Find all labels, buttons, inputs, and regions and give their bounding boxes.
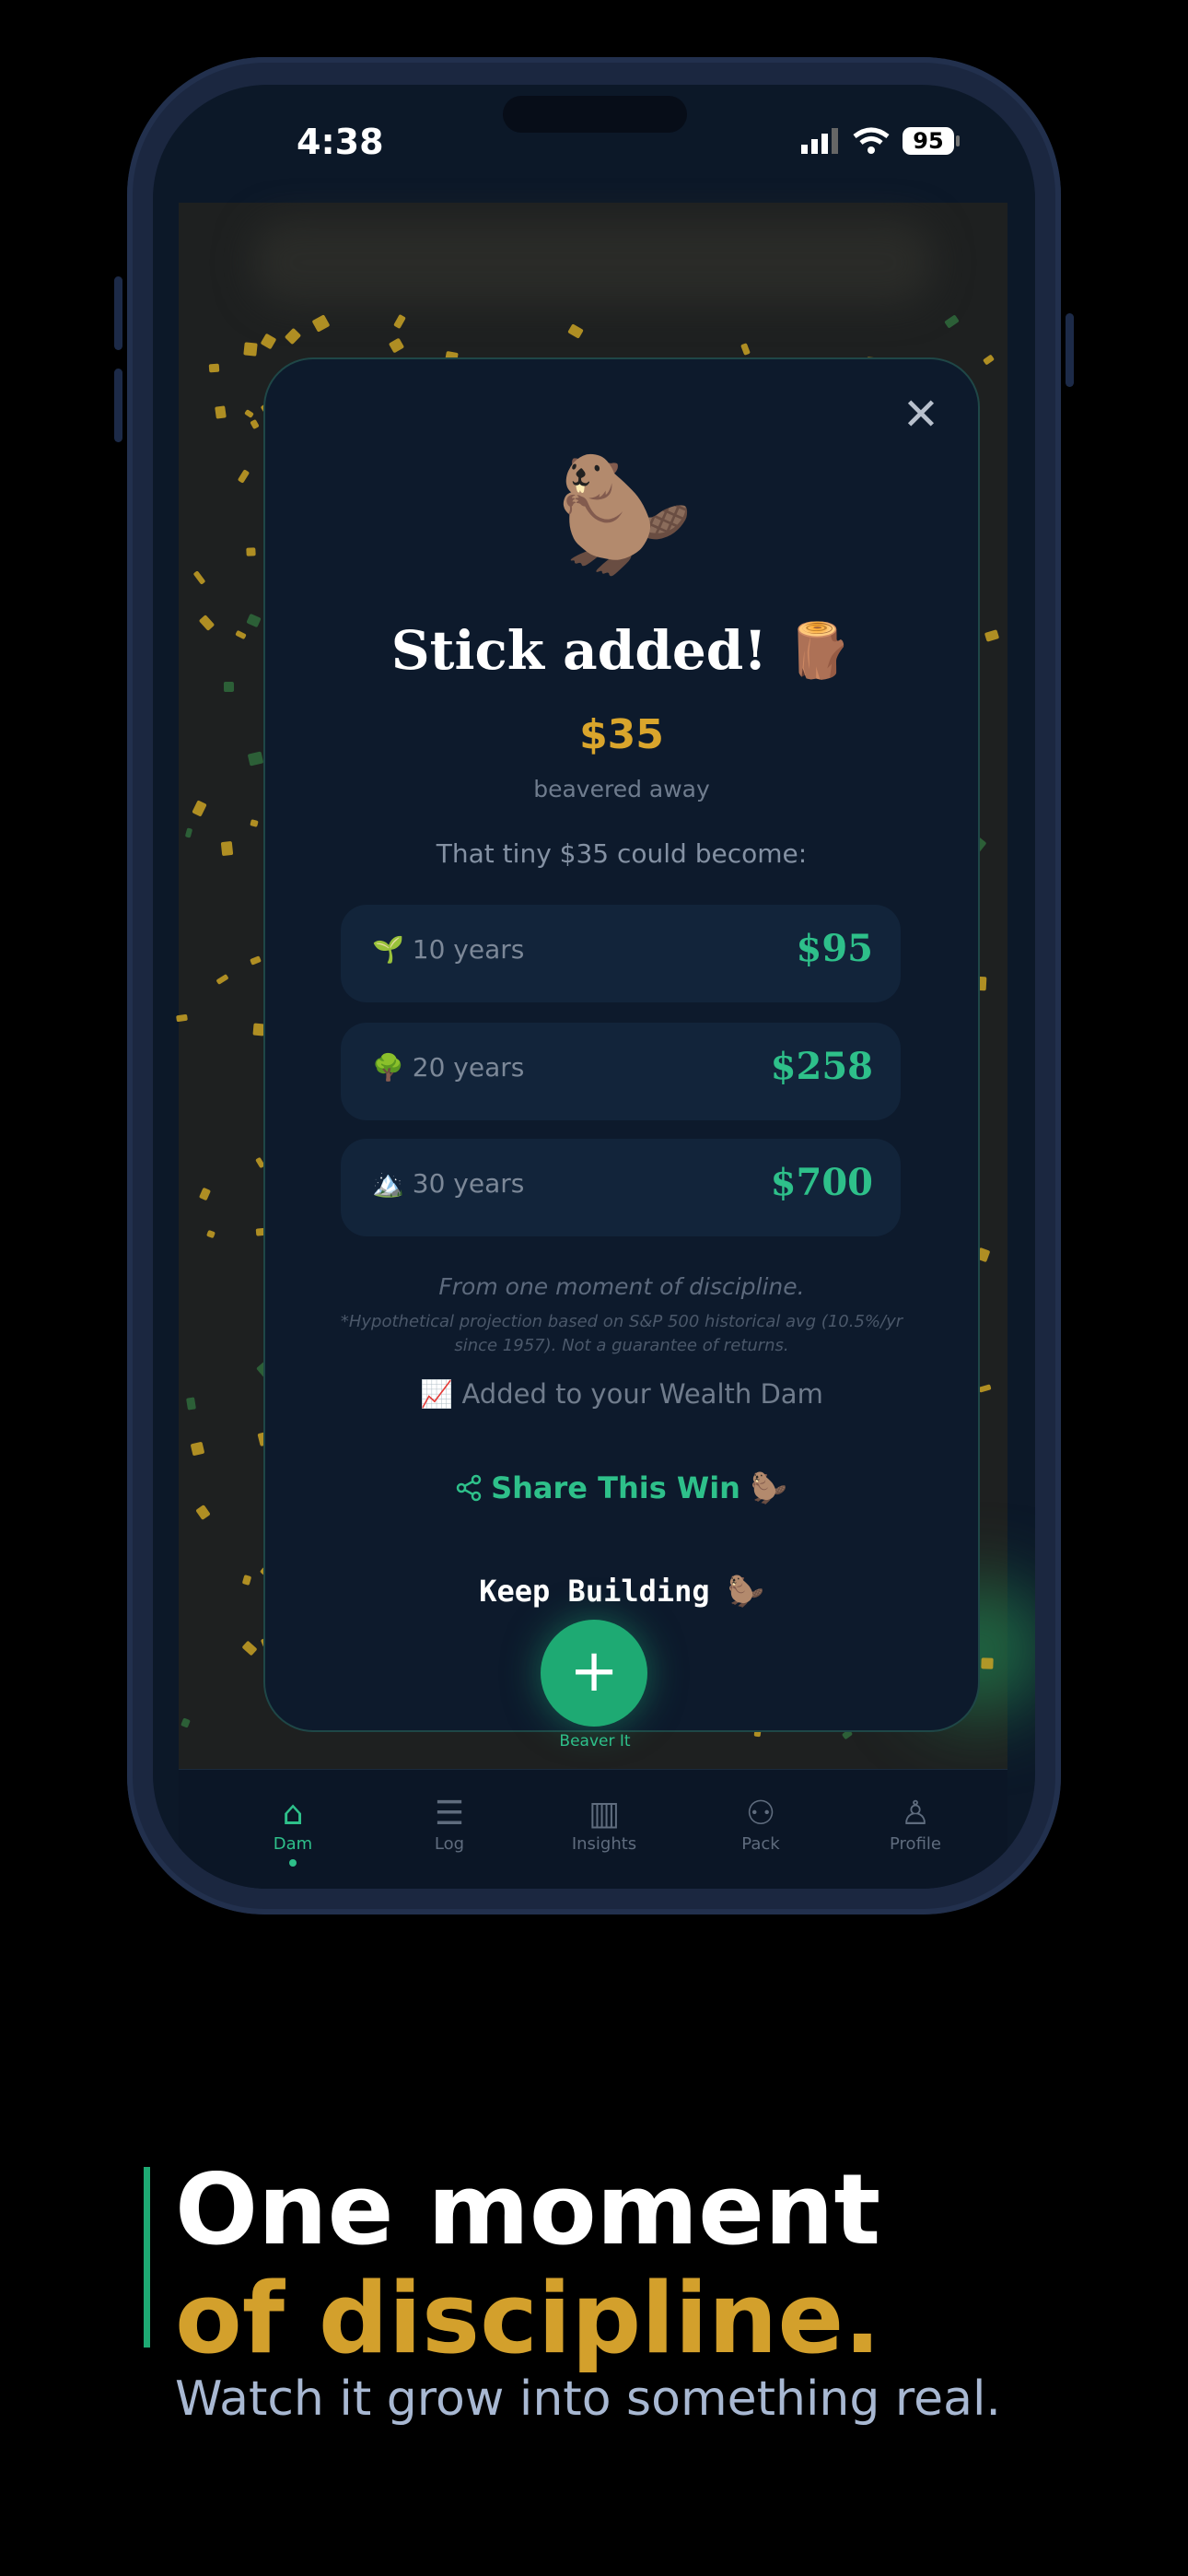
user-icon: ♙ [900, 1795, 931, 1832]
battery-indicator: 95 [903, 127, 960, 155]
active-tab-dot [289, 1859, 297, 1867]
projection-row-30y: 🏔️ 30 years $700 [341, 1139, 901, 1236]
side-button [1066, 313, 1074, 387]
discipline-line: From one moment of discipline. [438, 1273, 805, 1300]
list-icon: ☰ [434, 1795, 465, 1832]
home-icon: ⌂ [282, 1795, 304, 1832]
tab-insights[interactable]: ▥ Insights [549, 1794, 659, 1854]
headline-line-2: of discipline. [175, 2262, 881, 2375]
tagline: Watch it grow into something real. [175, 2371, 1001, 2427]
headline-line-1: One moment [175, 2153, 881, 2266]
amount-caption: beavered away [533, 776, 710, 802]
beaver-icon: 🦫 [556, 451, 694, 580]
mountain-icon: 🏔️ [372, 1168, 404, 1199]
projection-label: 🌳 20 years [372, 1052, 525, 1083]
modal-title: Stick added! 🪵 [390, 619, 853, 682]
status-icons: 95 [801, 127, 960, 155]
wifi-icon [853, 127, 890, 154]
added-to-dam-line: 📈 Added to your Wealth Dam [420, 1378, 823, 1410]
projection-intro: That tiny $35 could become: [436, 838, 808, 869]
headline-accent-bar [144, 2167, 150, 2348]
projection-footnote: *Hypothetical projection based on S&P 50… [340, 1312, 903, 1355]
bottom-tab-bar: ⌂ Dam ☰ Log ▥ Insights ⚇ Pack ♙ Profile [179, 1769, 1007, 1889]
tab-profile[interactable]: ♙ Profile [860, 1794, 971, 1854]
projection-label: 🌱 10 years [372, 934, 525, 965]
side-button [114, 369, 122, 442]
tab-log[interactable]: ☰ Log [394, 1794, 505, 1854]
side-button [114, 276, 122, 350]
status-time: 4:38 [297, 122, 384, 162]
tab-dam[interactable]: ⌂ Dam [238, 1794, 348, 1867]
projection-row-10y: 🌱 10 years $95 [341, 905, 901, 1002]
fab-label: Beaver It [559, 1732, 631, 1751]
users-icon: ⚇ [745, 1795, 776, 1832]
projection-value: $700 [770, 1161, 873, 1204]
tab-pack[interactable]: ⚇ Pack [705, 1794, 816, 1854]
dynamic-island [503, 96, 687, 133]
keep-building-button[interactable]: Keep Building 🦫 [265, 1574, 978, 1609]
phone-screen: 4:38 95 ✕ 🦫 Stick added! 🪵 $35 beavered … [153, 85, 1035, 1889]
signal-icon [801, 128, 838, 154]
tree-icon: 🌳 [372, 1052, 404, 1083]
beaver-it-fab[interactable]: + [541, 1620, 647, 1727]
sprout-icon: 🌱 [372, 934, 404, 965]
projection-row-20y: 🌳 20 years $258 [341, 1023, 901, 1120]
close-icon[interactable]: ✕ [897, 391, 945, 439]
projection-value: $258 [770, 1045, 873, 1088]
share-icon [456, 1474, 482, 1502]
saved-amount: $35 [579, 711, 664, 758]
projection-label: 🏔️ 30 years [372, 1168, 525, 1199]
projection-value: $95 [796, 927, 874, 970]
chart-icon: ▥ [588, 1795, 620, 1832]
share-button[interactable]: Share This Win 🦫 [265, 1470, 978, 1505]
stick-added-modal: ✕ 🦫 Stick added! 🪵 $35 beavered away Tha… [263, 357, 980, 1732]
